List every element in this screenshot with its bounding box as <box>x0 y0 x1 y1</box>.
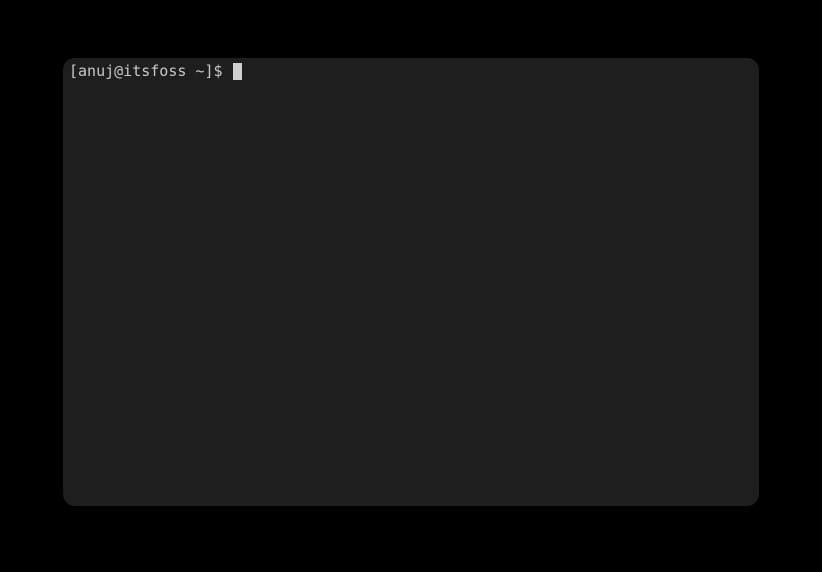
cursor-block <box>233 63 242 80</box>
prompt-line: [anuj@itsfoss ~]$ <box>69 62 753 80</box>
terminal-window[interactable]: [anuj@itsfoss ~]$ <box>63 58 759 506</box>
shell-prompt: [anuj@itsfoss ~]$ <box>69 62 232 80</box>
